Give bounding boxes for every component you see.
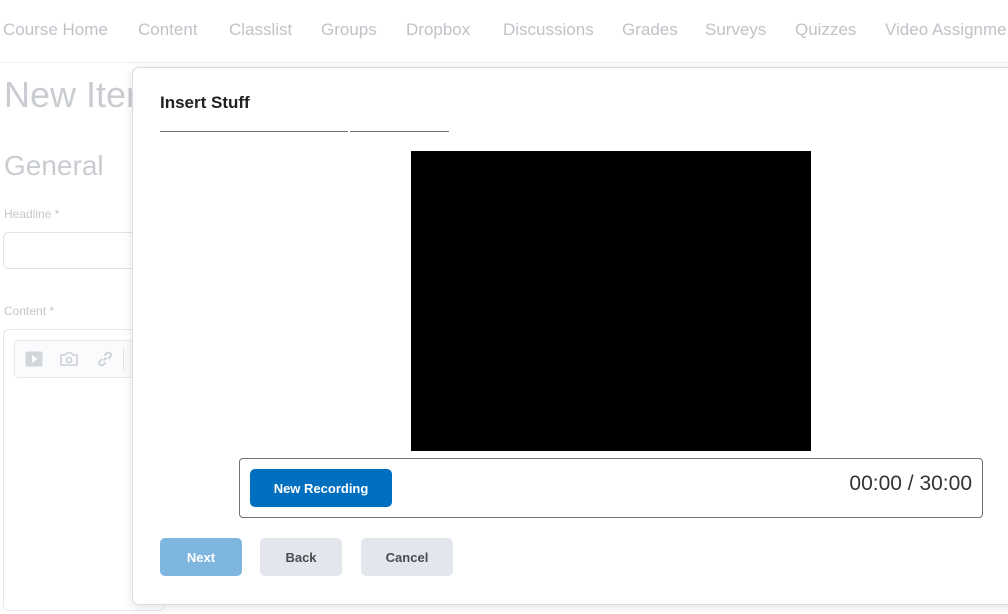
nav-video-assignments[interactable]: Video Assignme: [885, 20, 1007, 40]
headline-label: Headline *: [4, 207, 60, 221]
recording-timer: 00:00 / 30:00: [849, 472, 972, 495]
insert-video-icon[interactable]: [24, 349, 44, 369]
nav-dropbox[interactable]: Dropbox: [406, 20, 470, 40]
cancel-button[interactable]: Cancel: [361, 538, 453, 576]
nav-grades[interactable]: Grades: [622, 20, 678, 40]
recorder-controls: New Recording 00:00 / 30:00: [239, 458, 983, 518]
insert-link-icon[interactable]: [95, 349, 115, 369]
dialog-title: Insert Stuff: [160, 93, 250, 112]
toolbar-divider: [123, 347, 124, 371]
nav-surveys[interactable]: Surveys: [705, 20, 766, 40]
nav-classlist[interactable]: Classlist: [229, 20, 292, 40]
insert-image-icon[interactable]: [59, 349, 79, 369]
insert-stuff-dialog: Insert Stuff New Recording 00:00 / 30:00…: [132, 67, 1008, 605]
back-button[interactable]: Back: [260, 538, 342, 576]
nav-quizzes[interactable]: Quizzes: [795, 20, 856, 40]
nav-discussions[interactable]: Discussions: [503, 20, 594, 40]
dialog-tab-1[interactable]: [160, 120, 348, 132]
page-title: New Iter: [4, 74, 139, 115]
nav-groups[interactable]: Groups: [321, 20, 377, 40]
new-recording-button[interactable]: New Recording: [250, 469, 392, 507]
course-navbar: Course Home Content Classlist Groups Dro…: [0, 0, 1008, 63]
content-label: Content *: [4, 304, 55, 318]
dialog-tab-2[interactable]: [350, 120, 449, 132]
nav-course-home[interactable]: Course Home: [3, 20, 108, 40]
next-button[interactable]: Next: [160, 538, 242, 576]
nav-content[interactable]: Content: [138, 20, 198, 40]
video-preview: [411, 151, 811, 451]
section-title: General: [4, 150, 104, 181]
